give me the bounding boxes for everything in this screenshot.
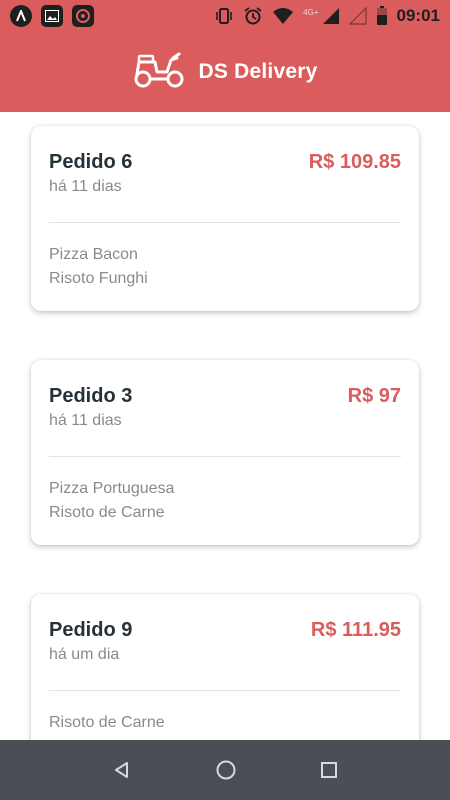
back-icon[interactable]: [112, 760, 132, 780]
app-badge-icon: [72, 5, 94, 27]
order-price: R$ 97: [347, 385, 401, 407]
order-items: Pizza Portuguesa Risoto de Carne: [49, 477, 401, 525]
vibrate-icon: [214, 6, 234, 26]
order-date: há 11 dias: [49, 412, 122, 429]
system-nav-bar: [0, 740, 450, 800]
recents-icon[interactable]: [320, 761, 338, 779]
card-divider: [49, 456, 401, 457]
order-title: Pedido 9: [49, 619, 133, 641]
order-items: Risoto de Carne: [49, 711, 401, 735]
order-item: Risoto de Carne: [49, 504, 165, 521]
alarm-icon: [243, 6, 263, 26]
order-item: Risoto de Carne: [49, 714, 165, 731]
order-items: Pizza Bacon Risoto Funghi: [49, 243, 401, 291]
order-price: R$ 109.85: [308, 151, 401, 173]
scooter-icon: [133, 52, 185, 93]
status-time: 09:01: [396, 6, 440, 25]
order-date: há 11 dias: [49, 178, 122, 195]
signal-empty-icon: [348, 7, 367, 25]
order-card[interactable]: Pedido 6 R$ 109.85 há 11 dias Pizza Baco…: [31, 126, 419, 311]
order-item: Risoto Funghi: [49, 270, 148, 287]
network-type-label: 4G+: [303, 7, 319, 17]
app-title: DS Delivery: [198, 60, 318, 83]
order-card[interactable]: Pedido 3 R$ 97 há 11 dias Pizza Portugue…: [31, 360, 419, 545]
order-price: R$ 111.95: [310, 619, 401, 641]
order-title: Pedido 6: [49, 151, 133, 173]
order-item: Pizza Bacon: [49, 246, 138, 263]
order-date: há um dia: [49, 646, 120, 663]
status-bar: 4G+ 09:01: [0, 0, 450, 32]
home-icon[interactable]: [215, 759, 237, 781]
order-title: Pedido 3: [49, 385, 133, 407]
orders-list[interactable]: Pedido 6 R$ 109.85 há 11 dias Pizza Baco…: [0, 112, 450, 740]
signal-icon: [322, 7, 340, 25]
card-divider: [49, 690, 401, 691]
app-a-icon: [10, 5, 32, 27]
wifi-icon: [272, 7, 294, 25]
app-header: DS Delivery: [0, 32, 450, 112]
card-divider: [49, 222, 401, 223]
order-card[interactable]: Pedido 9 R$ 111.95 há um dia Risoto de C…: [31, 594, 419, 740]
image-icon: [41, 5, 63, 27]
order-item: Pizza Portuguesa: [49, 480, 175, 497]
battery-icon: [376, 6, 388, 26]
